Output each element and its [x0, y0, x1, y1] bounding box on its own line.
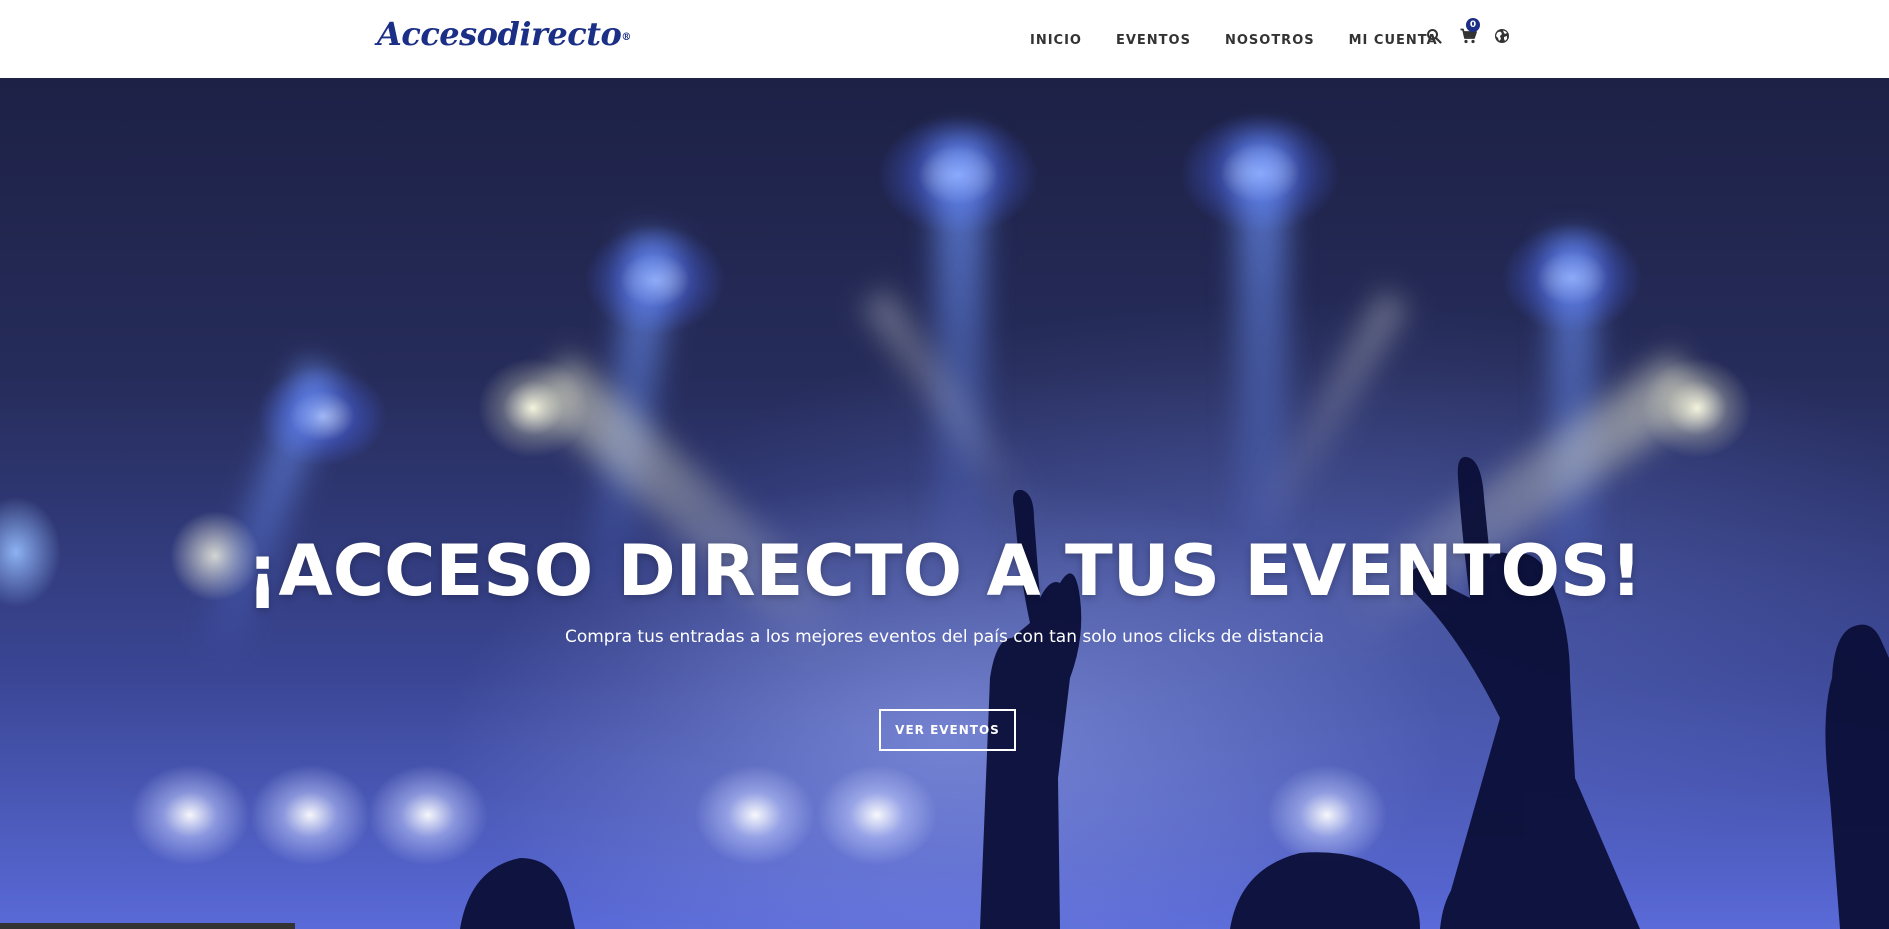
hero-subtitle: Compra tus entradas a los mejores evento… — [564, 627, 1325, 647]
crowd-silhouette — [460, 456, 1889, 929]
nav-inicio[interactable]: INICIO — [1030, 33, 1082, 48]
hero-banner: ¡ACCESO DIRECTO A TUS EVENTOS! Compra tu… — [0, 78, 1889, 929]
globe-icon[interactable] — [1494, 28, 1512, 46]
cart-icon[interactable]: 0 — [1460, 18, 1480, 46]
bottom-strip — [0, 923, 295, 929]
nav-icons: 0 — [1426, 0, 1528, 78]
cart-count-badge: 0 — [1466, 18, 1480, 32]
site-logo[interactable]: Accesodirecto® — [377, 14, 631, 54]
registered-mark: ® — [621, 32, 631, 43]
hero-title: ¡ACCESO DIRECTO A TUS EVENTOS! — [246, 530, 1643, 612]
main-nav: INICIO EVENTOS NOSOTROS MI CUENTA — [1030, 0, 1472, 78]
nav-nosotros[interactable]: NOSOTROS — [1225, 33, 1315, 48]
site-header: Accesodirecto® INICIO EVENTOS NOSOTROS M… — [0, 0, 1889, 78]
ver-eventos-button[interactable]: VER EVENTOS — [879, 709, 1016, 751]
nav-eventos[interactable]: EVENTOS — [1116, 33, 1191, 48]
logo-text: Accesodirecto — [377, 15, 622, 53]
search-icon[interactable] — [1426, 28, 1444, 46]
nav-mi-cuenta[interactable]: MI CUENTA — [1349, 33, 1438, 48]
